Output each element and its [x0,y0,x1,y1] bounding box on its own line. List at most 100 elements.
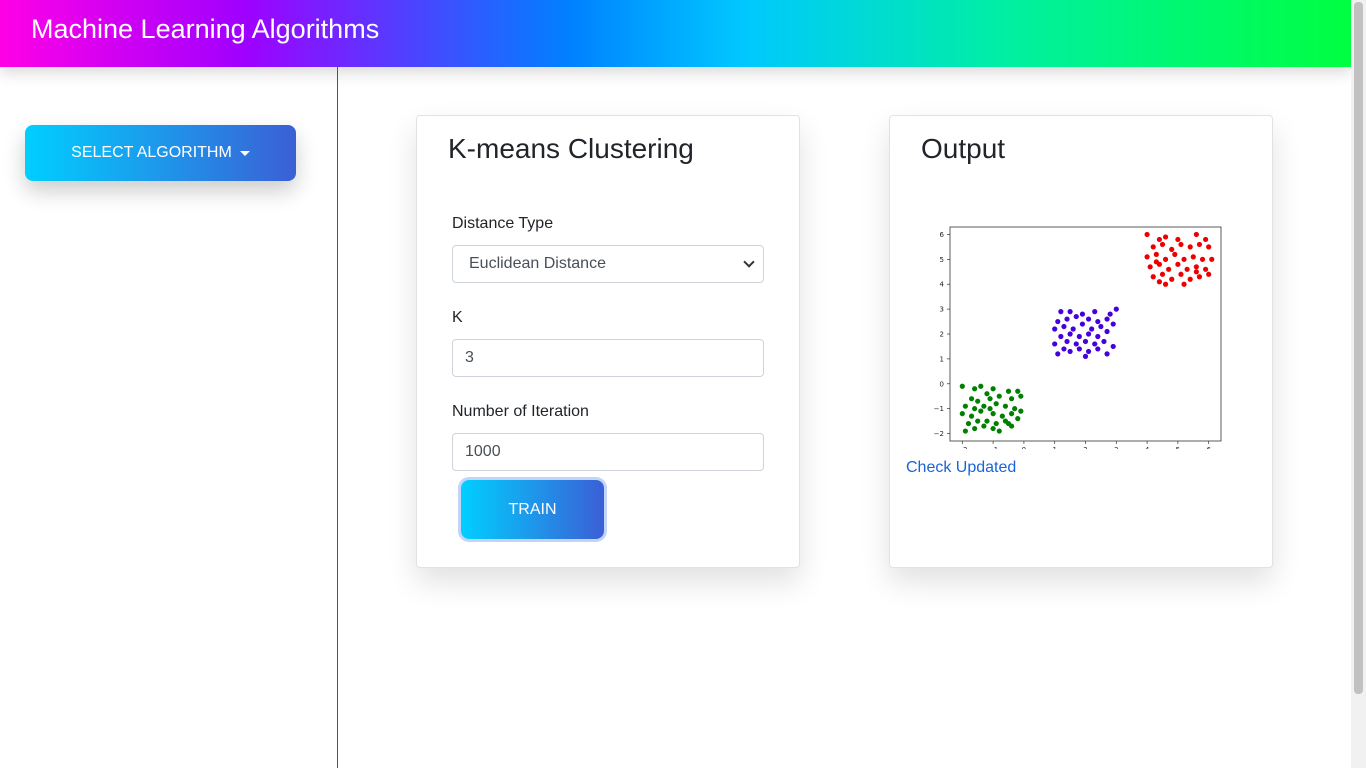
data-point [1015,388,1021,394]
y-tick-label: 5 [940,256,944,264]
y-tick-label: 3 [940,306,944,314]
data-point [1193,231,1199,238]
data-point [1150,244,1156,250]
data-point [1061,323,1067,330]
app-header: Machine Learning Algorithms [0,0,1351,67]
x-tick-label: −1 [988,446,998,449]
data-point [996,393,1002,399]
data-point [972,425,978,432]
data-point [1067,309,1073,315]
output-card: Output −2 −1 0 1 2 3 4 5 6 −2 −1 0 1 2 3 4 5 6 Check Upda… [889,115,1273,568]
data-point [1082,353,1089,359]
data-point [1156,236,1163,243]
data-point [1085,348,1092,355]
data-point [990,386,996,392]
data-point [972,406,978,412]
data-point [1005,420,1012,427]
data-point [999,413,1005,419]
x-tick-label: 2 [1083,446,1087,449]
data-point [1184,266,1190,272]
distance-type-label: Distance Type [452,215,554,232]
data-point [1002,403,1009,409]
data-point [1187,276,1193,282]
data-point [1199,256,1206,262]
data-point [1159,271,1166,277]
data-point [1166,266,1172,272]
iterations-input-value: 1000 [465,443,501,460]
form-title: K-means Clustering [448,133,694,164]
data-point [1073,313,1079,320]
data-point [1079,321,1086,327]
data-point [978,408,984,414]
k-label: K [452,309,463,326]
data-point [1147,264,1153,270]
data-point [1076,346,1082,352]
data-point [1095,346,1101,352]
data-point [1181,256,1187,262]
data-point [1113,306,1119,312]
train-button[interactable]: TRAIN [461,480,604,539]
scrollbar-thumb[interactable] [1354,2,1363,694]
data-point [959,411,965,417]
x-tick-label: 0 [1022,446,1026,449]
iterations-input[interactable]: 1000 [452,433,764,471]
data-point [1162,256,1169,262]
data-point [1196,274,1203,280]
data-point [1055,318,1061,325]
data-point [962,428,968,434]
data-point [1085,316,1092,322]
data-point [1159,241,1166,248]
data-point [1104,328,1110,335]
chevron-down-icon [743,256,755,268]
data-point [1206,244,1212,250]
select-algorithm-button[interactable]: SELECT ALGORITHM [25,125,296,181]
app-title: Machine Learning Algorithms [31,14,380,44]
k-input[interactable]: 3 [452,339,764,377]
select-algorithm-label: SELECT ALGORITHM [71,144,232,161]
data-point [984,418,990,424]
x-tick-label: 4 [1145,446,1150,449]
data-point [1008,396,1015,402]
data-point [1144,231,1150,238]
data-point [996,428,1002,434]
data-point [1153,251,1159,257]
k-input-value: 3 [465,349,474,366]
distance-type-select[interactable]: Euclidean Distance [452,245,764,283]
data-point [1150,274,1156,280]
x-tick-label: 3 [1114,446,1118,449]
data-point [1104,351,1110,357]
data-point [981,423,987,429]
data-point [1098,323,1104,330]
data-point [1055,351,1061,357]
data-point [1095,318,1101,325]
data-point [1061,346,1067,352]
data-point [1190,254,1196,260]
data-point [1073,341,1079,347]
data-point [1052,341,1058,347]
data-point [1085,331,1092,337]
check-updated-link[interactable]: Check Updated [906,459,1016,477]
distance-type-value: Euclidean Distance [469,255,606,272]
y-tick-label: 6 [940,231,945,239]
data-point [1018,408,1024,414]
data-point [1172,251,1178,257]
data-point [1169,246,1175,252]
data-point [1193,264,1199,270]
data-point [1092,309,1098,315]
data-point [1162,281,1169,287]
data-point [972,386,978,392]
iterations-label: Number of Iteration [452,403,589,420]
data-point [1187,244,1193,250]
data-point [1082,338,1089,345]
data-point [1196,241,1203,248]
data-point [1070,326,1076,332]
output-title: Output [921,133,1006,164]
data-point [1144,254,1150,260]
x-tick-label: −2 [957,446,967,449]
data-point [968,396,975,402]
page-scrollbar[interactable] [1351,0,1366,768]
data-point [1095,333,1101,340]
data-point [975,398,981,404]
data-point [965,420,972,427]
y-tick-label: 2 [940,331,944,339]
